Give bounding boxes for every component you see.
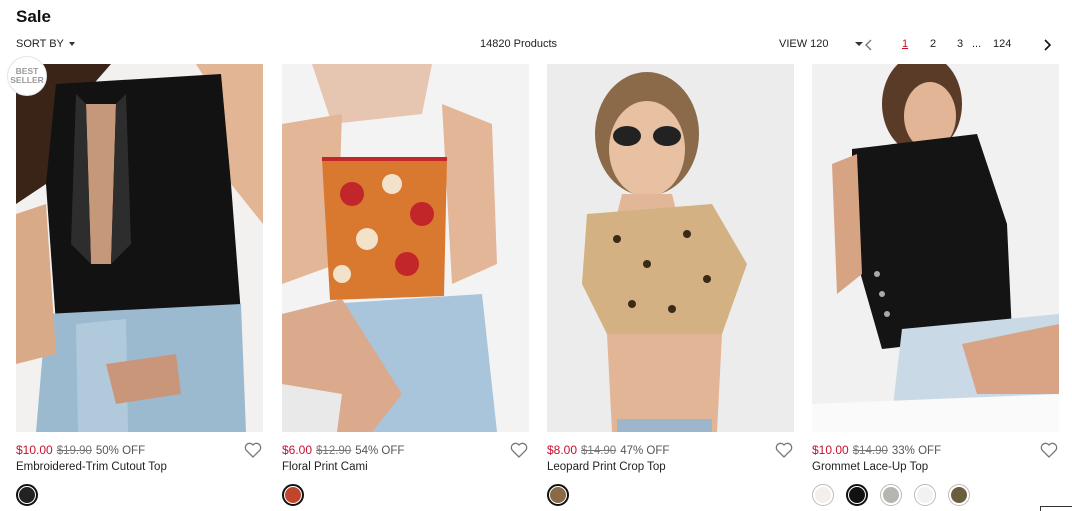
price-row: $10.00 $14.90 33% OFF (812, 443, 941, 457)
view-per-page-dropdown[interactable]: VIEW 120 (779, 38, 863, 50)
sale-price: $6.00 (282, 443, 313, 457)
swatch-color (19, 487, 35, 503)
product-image[interactable] (547, 64, 794, 432)
original-price: $19.90 (56, 445, 92, 457)
color-swatch[interactable] (812, 484, 834, 506)
caret-down-icon (68, 42, 75, 46)
chevron-left-icon[interactable] (862, 38, 876, 52)
color-swatch[interactable] (547, 484, 569, 506)
price-row: $8.00 $14.90 47% OFF (547, 443, 669, 457)
color-swatches (812, 484, 970, 506)
product-card: $10.00 $14.90 33% OFF Grommet Lace-Up Top (812, 64, 1059, 511)
page-link-1[interactable]: 1 (902, 38, 908, 50)
swatch-color (883, 487, 899, 503)
color-swatch[interactable] (914, 484, 936, 506)
discount-label: 50% OFF (95, 445, 146, 457)
heart-icon[interactable] (243, 440, 263, 460)
product-count: 14820 Products (480, 38, 558, 50)
swatch-color (815, 487, 831, 503)
product-name[interactable]: Floral Print Cami (282, 461, 368, 473)
swatch-color (917, 487, 933, 503)
view-per-page-label: VIEW 120 (779, 38, 829, 50)
product-card: $6.00 $12.90 54% OFF Floral Print Cami (282, 64, 529, 511)
discount-label: 33% OFF (891, 445, 942, 457)
color-swatch[interactable] (948, 484, 970, 506)
page-title: Sale (16, 7, 51, 26)
chevron-right-icon[interactable] (1040, 38, 1054, 52)
sale-price: $10.00 (812, 443, 849, 457)
discount-label: 47% OFF (620, 445, 670, 457)
heart-icon[interactable] (509, 440, 529, 460)
product-image[interactable] (16, 64, 263, 432)
product-image[interactable] (282, 64, 529, 432)
price-row: $10.00 $19.90 50% OFF (16, 443, 145, 457)
swatch-color (849, 487, 865, 503)
color-swatch[interactable] (16, 484, 38, 506)
discount-label: 54% OFF (355, 445, 405, 457)
sale-price: $8.00 (547, 443, 578, 457)
color-swatches (282, 484, 304, 506)
partial-element (1040, 506, 1072, 511)
sale-price: $10.00 (16, 443, 53, 457)
product-name[interactable]: Leopard Print Crop Top (547, 461, 666, 473)
product-name[interactable]: Embroidered-Trim Cutout Top (16, 461, 167, 473)
heart-icon[interactable] (774, 440, 794, 460)
page-ellipsis: ... (972, 38, 982, 50)
sort-by-dropdown[interactable]: SORT BY (16, 38, 75, 50)
product-card: $10.00 $19.90 50% OFF Embroidered-Trim Cut… (16, 64, 263, 511)
page-link-2[interactable]: 2 (930, 38, 936, 50)
badge-line-2: SELLER (10, 75, 44, 85)
product-image[interactable] (812, 64, 1059, 432)
original-price: $14.90 (581, 445, 617, 457)
page-link-3[interactable]: 3 (957, 38, 963, 50)
swatch-color (550, 487, 566, 503)
color-swatches (547, 484, 569, 506)
color-swatches (16, 484, 38, 506)
listing-toolbar: SORT BY 14820 Products VIEW 120 1 2 3 ..… (0, 36, 1072, 54)
product-card: $8.00 $14.90 47% OFF Leopard Print Crop To… (547, 64, 794, 511)
best-seller-badge: BEST SELLER (7, 56, 47, 96)
product-name[interactable]: Grommet Lace-Up Top (812, 461, 928, 473)
swatch-color (951, 487, 967, 503)
color-swatch[interactable] (282, 484, 304, 506)
original-price: $12.90 (316, 445, 352, 457)
original-price: $14.90 (852, 445, 888, 457)
price-row: $6.00 $12.90 54% OFF (282, 443, 404, 457)
heart-icon[interactable] (1039, 440, 1059, 460)
sort-by-label: SORT BY (16, 38, 64, 50)
color-swatch[interactable] (846, 484, 868, 506)
swatch-color (285, 487, 301, 503)
color-swatch[interactable] (880, 484, 902, 506)
page-link-last[interactable]: 124 (993, 38, 1011, 50)
